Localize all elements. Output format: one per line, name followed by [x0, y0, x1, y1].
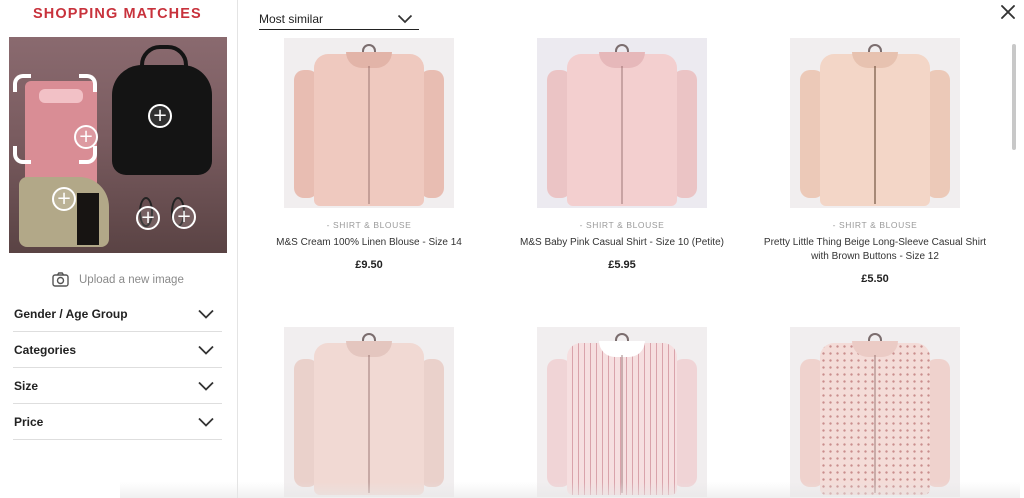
chevron-down-icon	[198, 309, 214, 319]
upload-label: Upload a new image	[79, 273, 184, 286]
garment-placket	[621, 355, 623, 493]
product-title[interactable]: M&S Baby Pink Casual Shirt - Size 10 (Pe…	[502, 236, 742, 250]
sidebar: SHOPPING MATCHES + + + + + Upload a new …	[0, 0, 238, 498]
product-card[interactable]: - SHIRT & BLOUSE Pretty Little Thing Bei…	[755, 38, 995, 285]
hotspot-shirt[interactable]: +	[74, 125, 98, 149]
scrollbar-thumb[interactable]	[1012, 44, 1016, 150]
product-price: £9.50	[355, 259, 383, 271]
product-card[interactable]: - SHIRT & BLOUSE M&S Cream 100% Linen Bl…	[249, 38, 489, 271]
hotspot-backpack[interactable]: +	[148, 104, 172, 128]
product-image	[284, 327, 454, 497]
product-category: - SHIRT & BLOUSE	[579, 220, 665, 230]
hotspot-earring-right[interactable]: +	[172, 205, 196, 229]
chevron-down-icon	[198, 345, 214, 355]
sort-dropdown[interactable]: Most similar	[259, 9, 419, 30]
product-image	[537, 38, 707, 208]
camera-icon	[52, 272, 69, 287]
product-image	[537, 327, 707, 497]
upload-new-image-button[interactable]: Upload a new image	[52, 272, 184, 287]
filter-size[interactable]: Size	[13, 368, 222, 404]
garment-placket	[874, 66, 876, 204]
selection-corner-bottom-left[interactable]	[13, 146, 31, 164]
product-card[interactable]: - SHIRT & BLOUSE M&S Baby Pink Casual Sh…	[502, 38, 742, 271]
sort-selected-label: Most similar	[259, 12, 324, 26]
product-title[interactable]: Pretty Little Thing Beige Long-Sleeve Ca…	[755, 236, 995, 264]
garment-placket	[368, 66, 370, 204]
product-image	[284, 38, 454, 208]
product-card[interactable]	[755, 327, 995, 497]
chevron-down-icon	[198, 381, 214, 391]
selection-corner-top-right[interactable]	[79, 74, 97, 92]
filter-list: Gender / Age Group Categories Size Price	[13, 296, 222, 440]
garment-placket	[368, 355, 370, 493]
chevron-down-icon	[397, 14, 413, 24]
page-title: SHOPPING MATCHES	[33, 6, 202, 22]
product-card[interactable]	[502, 327, 742, 497]
product-card[interactable]	[249, 327, 489, 497]
chevron-down-icon	[198, 417, 214, 427]
filter-label: Price	[14, 414, 44, 429]
garment-placket	[621, 66, 623, 204]
filter-gender-age-group[interactable]: Gender / Age Group	[13, 296, 222, 332]
filter-price[interactable]: Price	[13, 404, 222, 440]
selection-corner-top-left[interactable]	[13, 74, 31, 92]
hotspot-earring-left[interactable]: +	[136, 206, 160, 230]
product-image	[790, 327, 960, 497]
filter-categories[interactable]: Categories	[13, 332, 222, 368]
product-image	[790, 38, 960, 208]
bottom-fade	[120, 482, 1020, 498]
product-price: £5.50	[861, 273, 889, 285]
product-price: £5.95	[608, 259, 636, 271]
garment-placket	[874, 355, 876, 493]
selection-frame[interactable]	[13, 74, 97, 164]
filter-label: Categories	[14, 342, 77, 357]
product-category: - SHIRT & BLOUSE	[326, 220, 412, 230]
filter-label: Size	[14, 378, 39, 393]
product-category: - SHIRT & BLOUSE	[832, 220, 918, 230]
close-icon[interactable]	[999, 3, 1017, 21]
product-title[interactable]: M&S Cream 100% Linen Blouse - Size 14	[249, 236, 489, 250]
filter-label: Gender / Age Group	[14, 306, 128, 321]
hotspot-shoe[interactable]: +	[52, 187, 76, 211]
